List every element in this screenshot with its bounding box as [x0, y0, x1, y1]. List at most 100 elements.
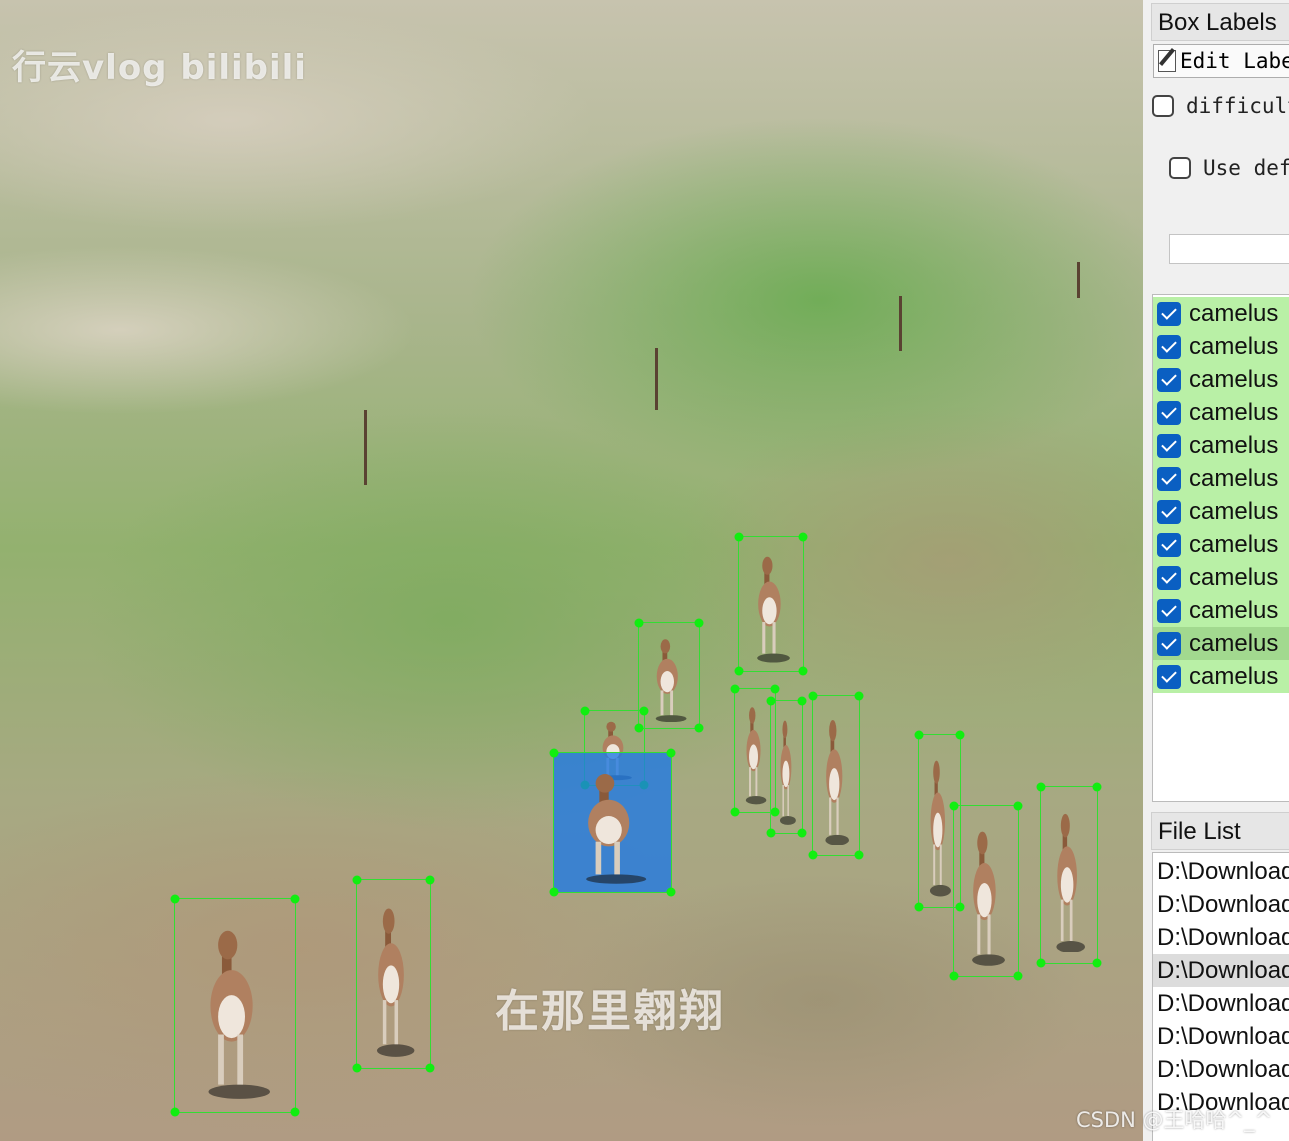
corner-handle[interactable] — [914, 730, 924, 740]
file-list-item[interactable]: D:\Download — [1153, 1020, 1289, 1053]
label-list-item[interactable]: camelus — [1153, 627, 1289, 660]
label-list-item[interactable]: camelus — [1153, 561, 1289, 594]
label-list-item[interactable]: camelus — [1153, 528, 1289, 561]
checkbox-checked-icon[interactable] — [1157, 632, 1181, 656]
corner-handle[interactable] — [949, 801, 959, 811]
bounding-box[interactable] — [766, 696, 807, 838]
corner-handle[interactable] — [352, 1063, 362, 1073]
label-list[interactable]: camelus camelus camelus camelus camelus camel… — [1152, 294, 1289, 802]
corner-handle[interactable] — [1036, 958, 1046, 968]
corner-handle[interactable] — [955, 730, 965, 740]
file-list-item[interactable]: D:\Download — [1153, 855, 1289, 888]
bounding-box[interactable] — [734, 532, 808, 676]
checkbox-checked-icon[interactable] — [1157, 533, 1181, 557]
checkbox-checked-icon[interactable] — [1157, 401, 1181, 425]
camelus-figure — [1051, 805, 1087, 953]
corner-handle[interactable] — [854, 691, 864, 701]
corner-handle[interactable] — [798, 532, 808, 542]
file-list-item[interactable]: D:\Download — [1153, 954, 1289, 987]
bounding-box[interactable] — [1036, 782, 1102, 968]
checkbox-checked-icon[interactable] — [1157, 599, 1181, 623]
bounding-box[interactable] — [170, 894, 300, 1117]
file-list-item[interactable]: D:\Download — [1153, 888, 1289, 921]
corner-handle[interactable] — [290, 1107, 300, 1117]
corner-handle[interactable] — [808, 850, 818, 860]
bounding-box[interactable] — [949, 801, 1023, 981]
label-list-item[interactable]: camelus — [1153, 462, 1289, 495]
corner-handle[interactable] — [734, 666, 744, 676]
corner-handle[interactable] — [425, 1063, 435, 1073]
corner-handle[interactable] — [1092, 958, 1102, 968]
bounding-box[interactable] — [549, 748, 676, 897]
image-canvas[interactable]: 行云vlog bilibili 在那里翱翔 — [0, 0, 1144, 1141]
corner-handle[interactable] — [797, 828, 807, 838]
checkbox-unchecked-icon — [1152, 95, 1174, 117]
bounding-box[interactable] — [634, 618, 704, 733]
corner-handle[interactable] — [1013, 971, 1023, 981]
corner-handle[interactable] — [170, 894, 180, 904]
corner-handle[interactable] — [666, 887, 676, 897]
corner-handle[interactable] — [580, 706, 590, 716]
corner-handle[interactable] — [1092, 782, 1102, 792]
corner-handle[interactable] — [766, 696, 776, 706]
file-list-item[interactable]: D:\Download — [1153, 1053, 1289, 1086]
camelus-figure — [751, 550, 792, 663]
corner-handle[interactable] — [797, 696, 807, 706]
checkbox-checked-icon[interactable] — [1157, 566, 1181, 590]
corner-handle[interactable] — [549, 887, 559, 897]
bounding-box[interactable] — [808, 691, 864, 860]
corner-handle[interactable] — [808, 691, 818, 701]
corner-handle[interactable] — [854, 850, 864, 860]
checkbox-checked-icon[interactable] — [1157, 368, 1181, 392]
corner-handle[interactable] — [170, 1107, 180, 1117]
label-list-item[interactable]: camelus — [1153, 297, 1289, 330]
corner-handle[interactable] — [766, 828, 776, 838]
bounding-box[interactable] — [352, 875, 435, 1073]
label-text: camelus — [1189, 465, 1279, 492]
corner-handle[interactable] — [666, 748, 676, 758]
corner-handle[interactable] — [549, 748, 559, 758]
label-list-item[interactable]: camelus — [1153, 495, 1289, 528]
corner-handle[interactable] — [290, 894, 300, 904]
corner-handle[interactable] — [1013, 801, 1023, 811]
file-list-title[interactable]: File List — [1151, 812, 1289, 850]
label-list-item[interactable]: camelus — [1153, 594, 1289, 627]
corner-handle[interactable] — [694, 618, 704, 628]
corner-handle[interactable] — [634, 723, 644, 733]
label-list-item[interactable]: camelus — [1153, 330, 1289, 363]
checkbox-checked-icon[interactable] — [1157, 665, 1181, 689]
corner-handle[interactable] — [1036, 782, 1046, 792]
corner-handle[interactable] — [949, 971, 959, 981]
label-text: camelus — [1189, 498, 1279, 525]
corner-handle[interactable] — [730, 684, 740, 694]
default-label-input[interactable] — [1169, 234, 1289, 264]
use-default-label-checkbox[interactable]: Use default label — [1169, 156, 1289, 180]
corner-handle[interactable] — [734, 532, 744, 542]
difficult-checkbox[interactable]: difficult — [1152, 94, 1289, 118]
file-list[interactable]: D:\Download D:\Download D:\Download D:\Down… — [1152, 852, 1289, 1141]
label-text: camelus — [1189, 366, 1279, 393]
label-text: camelus — [1189, 531, 1279, 558]
checkbox-checked-icon[interactable] — [1157, 302, 1181, 326]
checkbox-checked-icon[interactable] — [1157, 434, 1181, 458]
corner-handle[interactable] — [914, 902, 924, 912]
label-list-item[interactable]: camelus — [1153, 660, 1289, 693]
label-text: camelus — [1189, 333, 1279, 360]
corner-handle[interactable] — [352, 875, 362, 885]
corner-handle[interactable] — [730, 807, 740, 817]
corner-handle[interactable] — [798, 666, 808, 676]
corner-handle[interactable] — [634, 618, 644, 628]
file-list-item[interactable]: D:\Download — [1153, 987, 1289, 1020]
checkbox-checked-icon[interactable] — [1157, 467, 1181, 491]
corner-handle[interactable] — [425, 875, 435, 885]
checkbox-checked-icon[interactable] — [1157, 335, 1181, 359]
corner-handle[interactable] — [694, 723, 704, 733]
edit-label-button[interactable]: Edit Label — [1153, 44, 1289, 78]
corner-handle[interactable] — [770, 684, 780, 694]
label-list-item[interactable]: camelus — [1153, 429, 1289, 462]
label-list-item[interactable]: camelus — [1153, 363, 1289, 396]
box-labels-title[interactable]: Box Labels — [1151, 3, 1289, 41]
label-list-item[interactable]: camelus — [1153, 396, 1289, 429]
file-list-item[interactable]: D:\Download — [1153, 921, 1289, 954]
checkbox-checked-icon[interactable] — [1157, 500, 1181, 524]
